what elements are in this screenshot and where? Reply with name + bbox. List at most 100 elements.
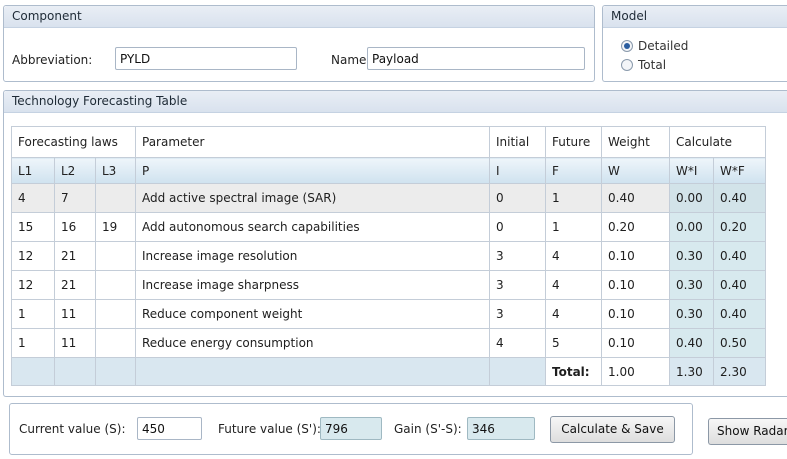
header-weight[interactable]: Weight xyxy=(601,126,670,158)
radio-detailed-indicator[interactable] xyxy=(621,40,633,52)
cell-l1[interactable]: 4 xyxy=(11,183,55,213)
subheader-p[interactable]: P xyxy=(135,157,490,184)
component-group-title: Component xyxy=(4,6,594,28)
table-row[interactable]: 12 21 Increase image sharpness 3 4 0.10 … xyxy=(11,270,766,300)
cell-wf: 0.40 xyxy=(713,241,766,271)
cell-future[interactable]: 4 xyxy=(545,299,602,329)
cell-wf: 0.50 xyxy=(713,328,766,358)
subheader-l2[interactable]: L2 xyxy=(54,157,96,184)
cell-wi: 0.00 xyxy=(669,183,714,213)
radio-detailed[interactable]: Detailed xyxy=(621,39,688,53)
cell-l2[interactable]: 11 xyxy=(54,328,96,358)
subheader-f[interactable]: F xyxy=(545,157,602,184)
radio-total-indicator[interactable] xyxy=(621,59,633,71)
subheader-l3[interactable]: L3 xyxy=(95,157,136,184)
forecasting-table: Forecasting laws Parameter Initial Futur… xyxy=(11,126,766,386)
cell-l1[interactable]: 1 xyxy=(11,299,55,329)
cell-l1[interactable]: 15 xyxy=(11,212,55,242)
cell-l3[interactable] xyxy=(95,328,136,358)
cell-l2[interactable]: 7 xyxy=(54,183,96,213)
cell-initial[interactable]: 3 xyxy=(489,270,546,300)
subheader-wi[interactable]: W*I xyxy=(669,157,714,184)
table-total-row: Total: 1.00 1.30 2.30 xyxy=(11,357,766,386)
cell-l1[interactable]: 12 xyxy=(11,270,55,300)
cell-wi: 0.30 xyxy=(669,270,714,300)
cell-l2[interactable]: 21 xyxy=(54,241,96,271)
radio-detailed-label: Detailed xyxy=(638,39,689,53)
cell-l3[interactable] xyxy=(95,241,136,271)
cell-weight[interactable]: 0.10 xyxy=(601,270,670,300)
table-row[interactable]: 1 11 Reduce component weight 3 4 0.10 0.… xyxy=(11,299,766,329)
table-row[interactable]: 15 16 19 Add autonomous search capabilit… xyxy=(11,212,766,242)
cell-initial[interactable]: 3 xyxy=(489,299,546,329)
cell-future[interactable]: 4 xyxy=(545,270,602,300)
total-wi: 1.30 xyxy=(669,357,714,386)
table-row[interactable]: 1 11 Reduce energy consumption 4 5 0.10 … xyxy=(11,328,766,358)
cell-l3[interactable] xyxy=(95,183,136,213)
gain-value-field xyxy=(467,417,535,440)
component-group: Component Abbreviation: Name: xyxy=(3,5,595,82)
cell-parameter[interactable]: Reduce energy consumption xyxy=(135,328,490,358)
total-label: Total: xyxy=(545,357,602,386)
cell-l1[interactable]: 1 xyxy=(11,328,55,358)
cell-initial[interactable]: 3 xyxy=(489,241,546,271)
cell-wi: 0.30 xyxy=(669,299,714,329)
cell-parameter[interactable]: Increase image sharpness xyxy=(135,270,490,300)
cell-weight[interactable]: 0.10 xyxy=(601,328,670,358)
header-calculate[interactable]: Calculate xyxy=(669,126,766,158)
cell-weight[interactable]: 0.20 xyxy=(601,212,670,242)
cell-weight[interactable]: 0.10 xyxy=(601,299,670,329)
cell-wf: 0.40 xyxy=(713,183,766,213)
cell-parameter[interactable]: Add autonomous search capabilities xyxy=(135,212,490,242)
table-row[interactable]: 4 7 Add active spectral image (SAR) 0 1 … xyxy=(11,183,766,213)
name-label: Name: xyxy=(331,53,371,67)
calculate-save-button[interactable]: Calculate & Save xyxy=(550,416,675,443)
radio-total[interactable]: Total xyxy=(621,58,666,72)
cell-l2[interactable]: 11 xyxy=(54,299,96,329)
current-value-label: Current value (S): xyxy=(19,422,126,436)
header-parameter[interactable]: Parameter xyxy=(135,126,490,158)
cell-weight[interactable]: 0.40 xyxy=(601,183,670,213)
cell-future[interactable]: 4 xyxy=(545,241,602,271)
radio-total-label: Total xyxy=(638,58,667,72)
table-sub-header-row: L1 L2 L3 P I F W W*I W*F xyxy=(11,157,766,184)
total-wf: 2.30 xyxy=(713,357,766,386)
cell-wf: 0.40 xyxy=(713,270,766,300)
name-field[interactable] xyxy=(367,47,585,70)
model-group-title: Model xyxy=(603,6,787,28)
abbreviation-field[interactable] xyxy=(115,47,297,70)
cell-parameter[interactable]: Increase image resolution xyxy=(135,241,490,271)
cell-future[interactable]: 5 xyxy=(545,328,602,358)
table-row[interactable]: 12 21 Increase image resolution 3 4 0.10… xyxy=(11,241,766,271)
cell-initial[interactable]: 0 xyxy=(489,212,546,242)
cell-l2[interactable]: 21 xyxy=(54,270,96,300)
header-future[interactable]: Future xyxy=(545,126,602,158)
cell-l1[interactable]: 12 xyxy=(11,241,55,271)
subheader-wf[interactable]: W*F xyxy=(713,157,766,184)
header-initial[interactable]: Initial xyxy=(489,126,546,158)
cell-l3[interactable] xyxy=(95,299,136,329)
current-value-field[interactable] xyxy=(137,417,202,440)
cell-l3[interactable] xyxy=(95,270,136,300)
show-radar-button[interactable]: Show Radar xyxy=(708,418,787,445)
future-value-label: Future value (S'): xyxy=(218,422,321,436)
values-group: Current value (S): Future value (S'): Ga… xyxy=(9,403,693,455)
cell-l2[interactable]: 16 xyxy=(54,212,96,242)
cell-future[interactable]: 1 xyxy=(545,183,602,213)
cell-weight[interactable]: 0.10 xyxy=(601,241,670,271)
cell-parameter[interactable]: Add active spectral image (SAR) xyxy=(135,183,490,213)
header-forecasting-laws[interactable]: Forecasting laws xyxy=(11,126,136,158)
subheader-i[interactable]: I xyxy=(489,157,546,184)
total-empty-initial xyxy=(489,357,546,386)
cell-wi: 0.00 xyxy=(669,212,714,242)
subheader-w[interactable]: W xyxy=(601,157,670,184)
cell-initial[interactable]: 4 xyxy=(489,328,546,358)
cell-future[interactable]: 1 xyxy=(545,212,602,242)
total-weight: 1.00 xyxy=(601,357,670,386)
cell-wf: 0.40 xyxy=(713,299,766,329)
subheader-l1[interactable]: L1 xyxy=(11,157,55,184)
gain-label: Gain (S'-S): xyxy=(394,422,462,436)
cell-initial[interactable]: 0 xyxy=(489,183,546,213)
cell-l3[interactable]: 19 xyxy=(95,212,136,242)
cell-parameter[interactable]: Reduce component weight xyxy=(135,299,490,329)
